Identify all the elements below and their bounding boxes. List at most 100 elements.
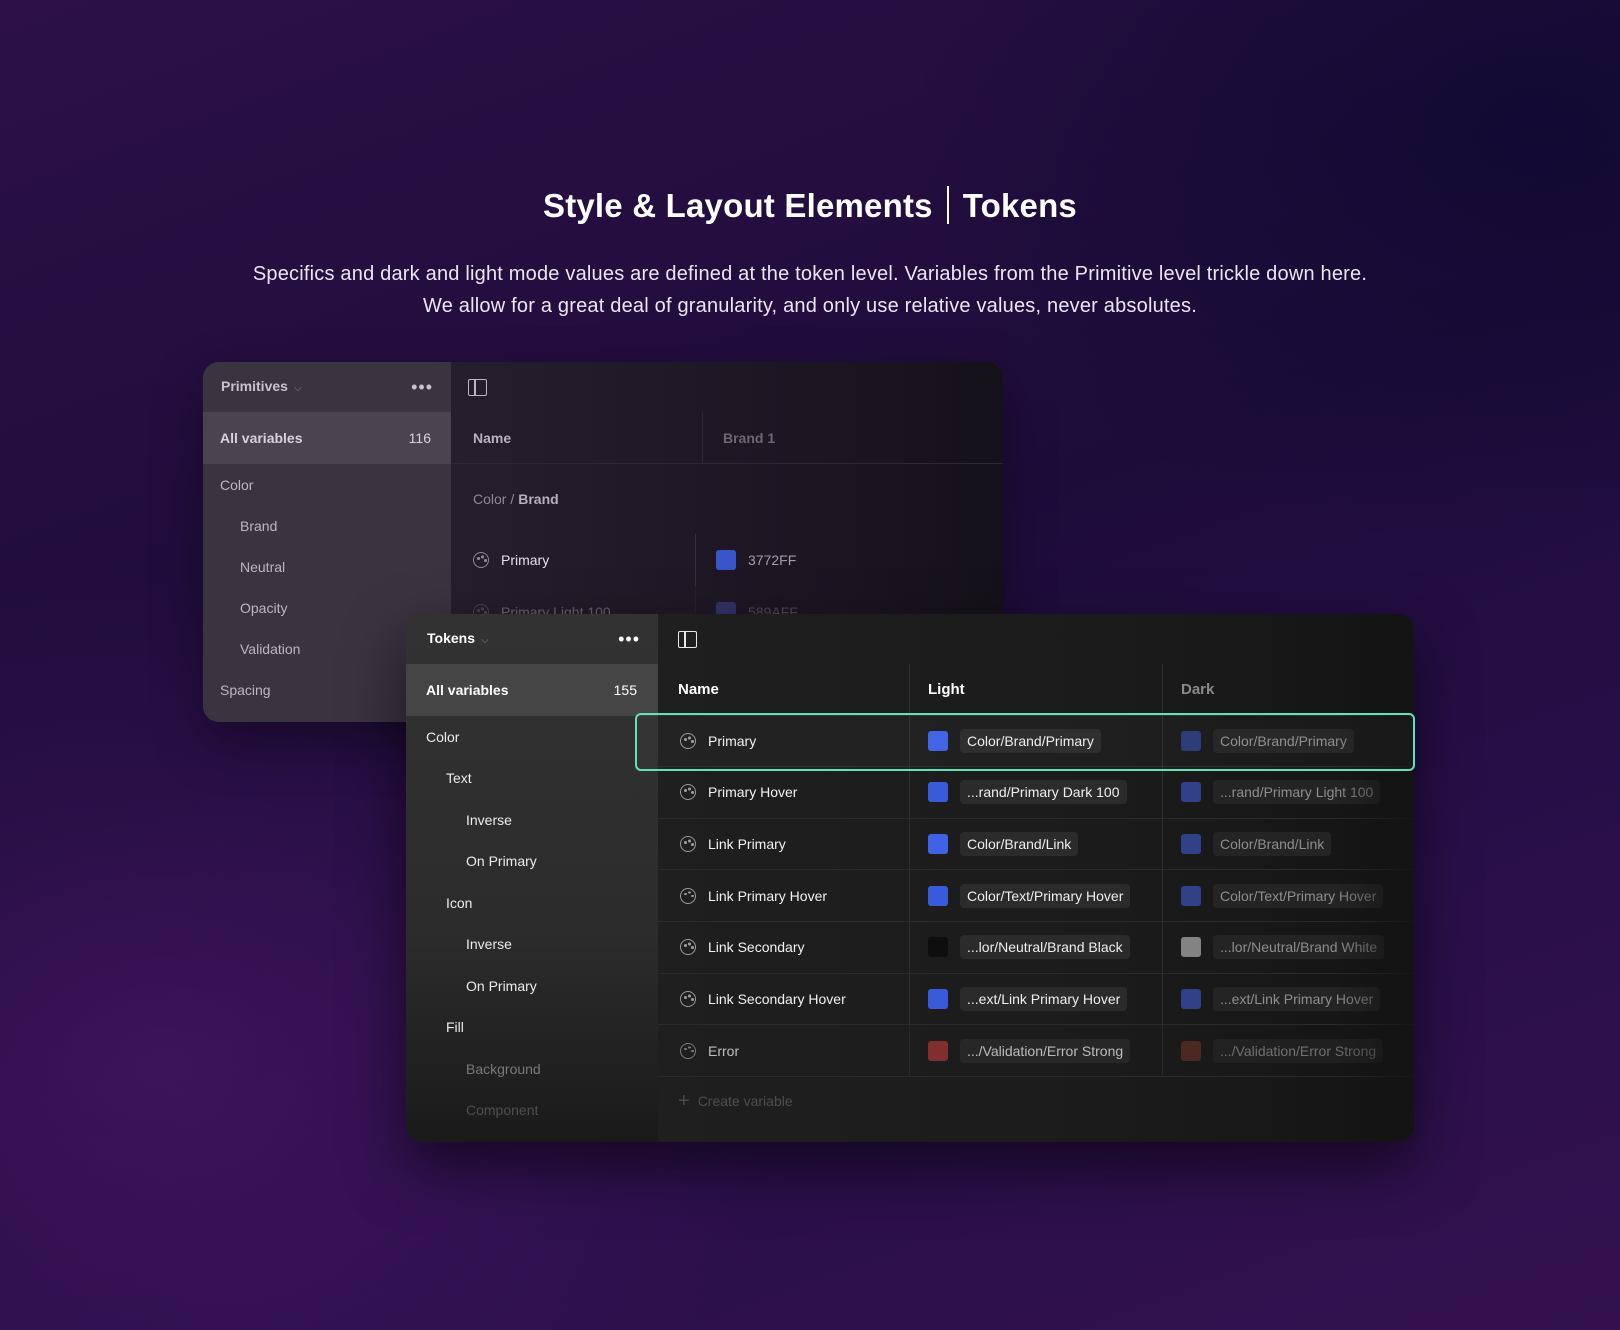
sidebar-group-icon[interactable]: Icon bbox=[406, 882, 658, 924]
plus-icon: + bbox=[678, 1090, 690, 1113]
tokens-sidebar-header: Tokens ⌵ ••• bbox=[406, 614, 658, 664]
alias-pill: ...rand/Primary Light 100 bbox=[1213, 780, 1381, 805]
title-right: Tokens bbox=[962, 187, 1077, 224]
color-swatch bbox=[928, 782, 948, 803]
tokens-column-headers: Name Light Dark bbox=[658, 664, 1414, 716]
collection-selector[interactable]: Primitives ⌵ bbox=[221, 378, 302, 396]
palette-icon bbox=[680, 836, 696, 853]
alias-pill: ...lor/Neutral/Brand Black bbox=[960, 935, 1130, 960]
title-left: Style & Layout Elements bbox=[542, 187, 933, 224]
color-swatch bbox=[1181, 937, 1201, 958]
palette-icon bbox=[680, 887, 696, 904]
primitives-sidebar-header: Primitives ⌵ ••• bbox=[203, 362, 451, 412]
sidebar-group-color[interactable]: Color bbox=[406, 716, 658, 758]
more-options-icon[interactable]: ••• bbox=[411, 378, 433, 396]
table-row[interactable]: Link Secondary Hover ...ext/Link Primary … bbox=[658, 973, 1414, 1026]
palette-icon bbox=[680, 939, 696, 956]
dark-value-cell[interactable]: ...rand/Primary Light 100 bbox=[1163, 767, 1414, 818]
alias-pill: Color/Text/Primary Hover bbox=[960, 883, 1131, 908]
collection-selector[interactable]: Tokens ⌵ bbox=[427, 630, 489, 648]
table-row[interactable]: Primary Hover ...rand/Primary Dark 100...… bbox=[658, 767, 1414, 819]
dark-value-cell[interactable]: ...lor/Neutral/Brand White bbox=[1163, 922, 1414, 973]
all-variables-item[interactable]: All variables 155 bbox=[406, 664, 658, 716]
sidebar-group-text[interactable]: Text bbox=[406, 758, 658, 800]
sidebar-group-brand[interactable]: Brand bbox=[203, 505, 451, 546]
column-header-light[interactable]: Light bbox=[910, 664, 1163, 715]
all-variables-count: 116 bbox=[408, 430, 431, 446]
color-swatch bbox=[928, 885, 948, 906]
dark-value-cell[interactable]: Color/Text/Primary Hover bbox=[1163, 870, 1414, 921]
table-row[interactable]: Link Primary Color/Brand/Link Color/Brand/… bbox=[658, 818, 1414, 871]
color-swatch bbox=[928, 834, 948, 855]
color-swatch bbox=[1181, 989, 1201, 1010]
page-title: Style & Layout Elements Tokens bbox=[0, 186, 1620, 225]
column-header-name: Name bbox=[451, 412, 703, 463]
palette-icon bbox=[680, 784, 696, 801]
tokens-panel: Tokens ⌵ ••• All variables 155 Color Text… bbox=[406, 614, 1414, 1142]
color-swatch bbox=[928, 1040, 948, 1061]
variable-name: Link Primary bbox=[708, 836, 786, 853]
alias-pill: Color/Brand/Link bbox=[960, 832, 1079, 857]
sidebar-group-icon-inverse[interactable]: Inverse bbox=[406, 924, 658, 966]
sidebar-group-text-inverse[interactable]: Inverse bbox=[406, 799, 658, 841]
variable-name-cell: Link Secondary bbox=[658, 922, 910, 973]
alias-pill: ...ext/Link Primary Hover bbox=[960, 987, 1128, 1012]
token-highlight-outline bbox=[635, 713, 1415, 771]
light-value-cell[interactable]: ...rand/Primary Dark 100 bbox=[910, 767, 1163, 818]
sidebar-group-fill-background[interactable]: Background bbox=[406, 1048, 658, 1090]
primitive-highlight-outline bbox=[443, 537, 923, 590]
table-row[interactable]: Link Primary Hover Color/Text/Primary Hov… bbox=[658, 870, 1414, 923]
tokens-sidebar: Tokens ⌵ ••• All variables 155 Color Text… bbox=[406, 614, 658, 1142]
all-variables-label: All variables bbox=[426, 682, 509, 698]
alias-pill: Color/Brand/Link bbox=[1213, 832, 1332, 857]
color-swatch bbox=[928, 989, 948, 1010]
all-variables-count: 155 bbox=[613, 682, 637, 698]
chevron-down-icon: ⌵ bbox=[480, 635, 489, 646]
create-variable-button[interactable]: + Create variable bbox=[658, 1077, 1414, 1125]
alias-pill: Color/Text/Primary Hover bbox=[1213, 883, 1384, 908]
table-row[interactable]: Error .../Validation/Error Strong .../Vali… bbox=[658, 1025, 1414, 1078]
variable-name: Link Secondary Hover bbox=[708, 991, 846, 1008]
all-variables-label: All variables bbox=[220, 430, 303, 446]
collection-name: Tokens bbox=[427, 630, 475, 646]
light-value-cell[interactable]: .../Validation/Error Strong bbox=[910, 1025, 1163, 1077]
table-row[interactable]: Link Secondary ...lor/Neutral/Brand Black… bbox=[658, 922, 1414, 974]
column-header-brand[interactable]: Brand 1 bbox=[703, 430, 775, 446]
primitives-column-headers: Name Brand 1 bbox=[451, 412, 1003, 464]
variable-name-cell: Link Primary bbox=[658, 818, 910, 870]
dark-value-cell[interactable]: ...ext/Link Primary Hover bbox=[1163, 974, 1414, 1025]
sidebar-toggle-icon[interactable] bbox=[468, 378, 487, 396]
light-value-cell[interactable]: Color/Brand/Link bbox=[910, 818, 1163, 870]
sidebar-group-text-on-primary[interactable]: On Primary bbox=[406, 841, 658, 883]
palette-icon bbox=[680, 991, 696, 1008]
light-value-cell[interactable]: ...ext/Link Primary Hover bbox=[910, 973, 1163, 1025]
all-variables-item[interactable]: All variables 116 bbox=[203, 412, 451, 464]
sidebar-group-icon-on-primary[interactable]: On Primary bbox=[406, 965, 658, 1007]
sidebar-group-neutral[interactable]: Neutral bbox=[203, 546, 451, 587]
color-swatch bbox=[928, 937, 948, 958]
variable-name-cell: Primary Hover bbox=[658, 767, 910, 818]
sidebar-group-color[interactable]: Color bbox=[203, 464, 451, 505]
variable-name: Link Secondary bbox=[708, 939, 805, 956]
color-swatch bbox=[1181, 1040, 1201, 1061]
chevron-down-icon: ⌵ bbox=[293, 383, 302, 394]
palette-icon bbox=[680, 1042, 696, 1059]
alias-pill: ...rand/Primary Dark 100 bbox=[960, 780, 1127, 805]
sidebar-group-fill[interactable]: Fill bbox=[406, 1007, 658, 1049]
alias-pill: ...ext/Link Primary Hover bbox=[1213, 987, 1381, 1012]
dark-value-cell[interactable]: Color/Brand/Link bbox=[1163, 819, 1414, 870]
title-separator bbox=[946, 186, 949, 224]
sidebar-toggle-icon[interactable] bbox=[678, 630, 697, 648]
collection-name: Primitives bbox=[221, 378, 288, 394]
variable-name-cell: Link Primary Hover bbox=[658, 870, 910, 922]
more-options-icon[interactable]: ••• bbox=[618, 630, 640, 648]
light-value-cell[interactable]: Color/Text/Primary Hover bbox=[910, 870, 1163, 922]
alias-pill: .../Validation/Error Strong bbox=[1213, 1038, 1384, 1063]
dark-value-cell[interactable]: .../Validation/Error Strong bbox=[1163, 1025, 1414, 1076]
color-swatch bbox=[1181, 834, 1201, 855]
breadcrumb-prefix: Color / bbox=[473, 491, 515, 507]
column-header-dark[interactable]: Dark bbox=[1163, 664, 1414, 715]
tokens-table: Name Light Dark Primary Color/Brand/Prima… bbox=[658, 614, 1414, 1142]
light-value-cell[interactable]: ...lor/Neutral/Brand Black bbox=[910, 922, 1163, 973]
sidebar-group-fill-component[interactable]: Component bbox=[406, 1090, 658, 1132]
